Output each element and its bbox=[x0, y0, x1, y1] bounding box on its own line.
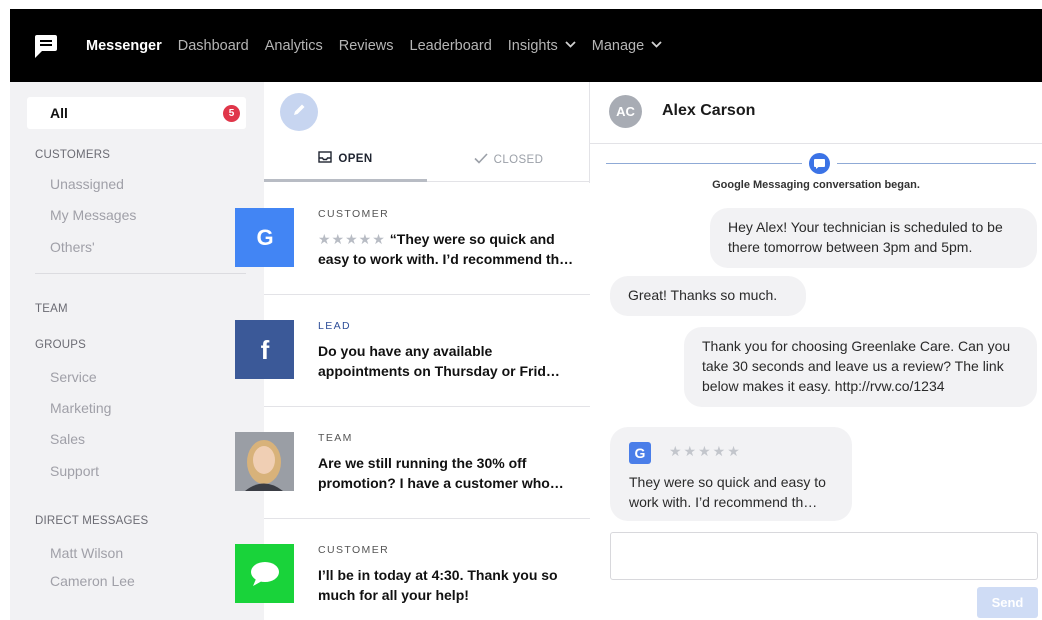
sidebar-item-cameron-lee[interactable]: Cameron Lee bbox=[50, 573, 135, 589]
tab-open[interactable]: OPEN bbox=[264, 138, 427, 182]
inbox-icon bbox=[318, 151, 333, 166]
sidebar-item-matt-wilson[interactable]: Matt Wilson bbox=[50, 545, 123, 561]
chat-header: AC Alex Carson bbox=[590, 82, 1042, 144]
unread-count-badge: 5 bbox=[223, 105, 240, 122]
outgoing-message: Thank you for choosing Greenlake Care. C… bbox=[684, 327, 1037, 407]
customers-heading: CUSTOMERS bbox=[35, 149, 111, 161]
pencil-icon bbox=[291, 102, 307, 123]
sidebar-item-all[interactable]: All 5 bbox=[27, 97, 246, 129]
chat-panel: AC Alex Carson Google Messaging conversa… bbox=[590, 82, 1042, 620]
list-item[interactable]: TEAM Are we still running the 30% off pr… bbox=[235, 407, 590, 519]
app-window: Messenger Dashboard Analytics Reviews Le… bbox=[10, 9, 1042, 620]
review-text: They were so quick and easy to work with… bbox=[629, 474, 826, 510]
nav-leaderboard-label: Leaderboard bbox=[409, 37, 492, 54]
nav-messenger-label: Messenger bbox=[86, 37, 162, 54]
conversation-list-panel: OPEN CLOSED G CUSTOMER ★★★★★ “They were s… bbox=[235, 82, 590, 620]
sidebar-item-my-messages[interactable]: My Messages bbox=[50, 207, 136, 223]
nav-manage[interactable]: Manage bbox=[592, 38, 662, 54]
divider-line bbox=[837, 163, 1036, 164]
sidebar-item-label: All bbox=[50, 105, 68, 121]
tab-open-label: OPEN bbox=[338, 152, 373, 165]
google-icon: G bbox=[629, 442, 651, 464]
app-logo-icon[interactable] bbox=[32, 32, 60, 60]
conversation-preview-text: Are we still running the 30% off promoti… bbox=[318, 455, 564, 491]
sidebar-item-service[interactable]: Service bbox=[50, 369, 97, 385]
star-rating: ★★★★★ bbox=[669, 443, 742, 459]
divider-line bbox=[606, 163, 802, 164]
tab-closed-label: CLOSED bbox=[493, 154, 544, 166]
facebook-icon: f bbox=[235, 320, 294, 379]
star-rating: ★★★★★ bbox=[318, 231, 386, 247]
svg-text:G: G bbox=[256, 225, 273, 250]
sidebar-item-marketing[interactable]: Marketing bbox=[50, 400, 111, 416]
conversation-tag: LEAD bbox=[318, 320, 352, 332]
groups-heading: GROUPS bbox=[35, 339, 87, 351]
chevron-down-icon bbox=[565, 40, 576, 51]
list-item[interactable]: f LEAD Do you have any available appoint… bbox=[235, 295, 590, 407]
conversation-preview-text: Do you have any available appointments o… bbox=[318, 343, 560, 379]
avatar: AC bbox=[609, 95, 642, 128]
list-item[interactable]: CUSTOMER I’ll be in today at 4:30. Thank… bbox=[235, 519, 590, 620]
nav-messenger[interactable]: Messenger bbox=[86, 38, 162, 54]
nav-reviews[interactable]: Reviews bbox=[339, 38, 394, 54]
conversation-preview-text: I’ll be in today at 4:30. Thank you so m… bbox=[318, 567, 558, 603]
incoming-message: Great! Thanks so much. bbox=[610, 276, 806, 316]
sidebar-item-others[interactable]: Others' bbox=[50, 239, 95, 255]
nav-dashboard-label: Dashboard bbox=[177, 37, 249, 54]
send-button[interactable]: Send bbox=[977, 587, 1038, 618]
checkmark-icon bbox=[474, 153, 488, 167]
nav-analytics[interactable]: Analytics bbox=[265, 38, 323, 54]
nav-reviews-label: Reviews bbox=[338, 37, 394, 54]
team-heading: TEAM bbox=[35, 303, 68, 315]
svg-text:f: f bbox=[260, 337, 269, 363]
chevron-down-icon bbox=[651, 40, 662, 51]
conversation-tag: TEAM bbox=[318, 432, 353, 444]
compose-button[interactable] bbox=[280, 93, 318, 131]
message-input[interactable] bbox=[610, 532, 1038, 580]
direct-messages-heading: DIRECT MESSAGES bbox=[35, 515, 149, 527]
review-message: G ★★★★★ They were so quick and easy to w… bbox=[610, 427, 852, 521]
nav-insights-label: Insights bbox=[507, 37, 558, 54]
avatar bbox=[235, 432, 294, 491]
conversation-preview: ★★★★★ “They were so quick and easy to wor… bbox=[318, 229, 574, 269]
nav-analytics-label: Analytics bbox=[264, 37, 323, 54]
outgoing-message: Hey Alex! Your technician is scheduled t… bbox=[710, 208, 1037, 268]
nav-leaderboard[interactable]: Leaderboard bbox=[410, 38, 492, 54]
nav-dashboard[interactable]: Dashboard bbox=[178, 38, 249, 54]
conversation-tag: CUSTOMER bbox=[318, 544, 390, 556]
top-nav: Messenger Dashboard Analytics Reviews Le… bbox=[10, 9, 1042, 82]
nav-insights[interactable]: Insights bbox=[508, 38, 576, 54]
sidebar-item-support[interactable]: Support bbox=[50, 463, 99, 479]
status-tabs: OPEN CLOSED bbox=[264, 138, 590, 182]
google-icon: G bbox=[235, 208, 294, 267]
nav-manage-label: Manage bbox=[591, 37, 645, 54]
system-message: Google Messaging conversation began. bbox=[712, 179, 920, 191]
google-messaging-icon bbox=[809, 153, 830, 174]
list-item[interactable]: G CUSTOMER ★★★★★ “They were so quick and … bbox=[235, 183, 590, 295]
conversation-tag: CUSTOMER bbox=[318, 208, 390, 220]
tab-closed[interactable]: CLOSED bbox=[427, 138, 590, 182]
contact-name: Alex Carson bbox=[662, 102, 756, 119]
sidebar-item-sales[interactable]: Sales bbox=[50, 431, 85, 447]
sidebar-divider bbox=[35, 273, 246, 274]
sidebar-item-unassigned[interactable]: Unassigned bbox=[50, 176, 124, 192]
sms-icon bbox=[235, 544, 294, 603]
sidebar: All 5 CUSTOMERS Unassigned My Messages O… bbox=[10, 82, 264, 620]
